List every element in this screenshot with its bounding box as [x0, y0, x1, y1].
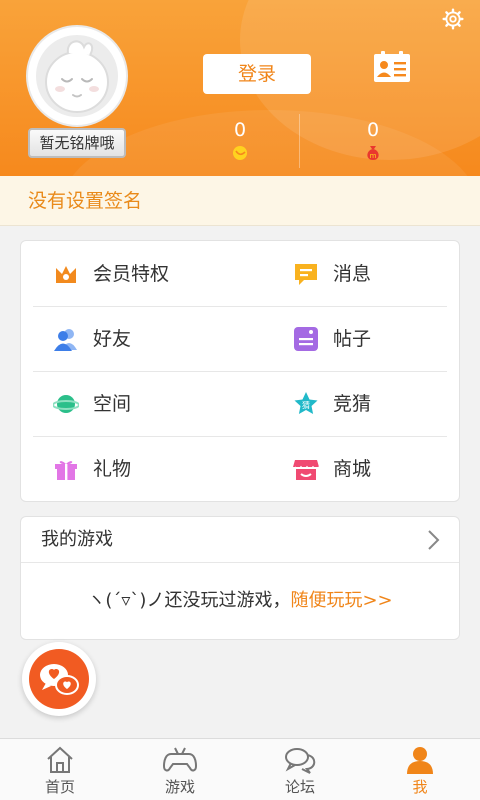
play-random-link[interactable]: 随便玩玩>> [290, 590, 392, 611]
stats-divider [299, 114, 300, 168]
floating-chat-button[interactable] [22, 642, 96, 716]
profile-header: 暂无铭牌哦 登录 0 0 m [0, 0, 480, 176]
menu-item-messages[interactable]: 消息 [273, 241, 473, 305]
tab-me[interactable]: 我 [360, 739, 480, 800]
menu-item-label: 竞猜 [333, 393, 372, 415]
tab-label: 首页 [44, 778, 75, 796]
my-games-header[interactable]: 我的游戏 [21, 517, 459, 563]
menu-item-label: 会员特权 [93, 263, 170, 285]
tab-forum[interactable]: 论坛 [240, 739, 360, 800]
gift-icon [55, 461, 77, 480]
coins-stat[interactable]: 0 [220, 117, 260, 162]
message-icon [295, 264, 317, 285]
my-games-title: 我的游戏 [41, 529, 113, 550]
guess-glyph: 猜 [302, 400, 310, 410]
money-count: 0 [366, 119, 380, 141]
avatar[interactable] [26, 25, 128, 127]
money-bag-icon: m [367, 146, 379, 160]
menu-item-label: 帖子 [333, 328, 372, 350]
friends-icon [54, 329, 77, 351]
tab-label: 论坛 [284, 778, 315, 796]
tab-label: 游戏 [164, 778, 195, 796]
menu-item-space[interactable]: 空间 [33, 371, 233, 435]
login-button[interactable]: 登录 [203, 54, 311, 94]
guess-star-icon: 猜 [294, 392, 318, 414]
menu-item-label: 礼物 [93, 458, 132, 480]
menu-item-label: 消息 [333, 263, 372, 285]
menu-item-label: 好友 [93, 328, 132, 350]
menu-item-friends[interactable]: 好友 [33, 306, 233, 370]
planet-icon [53, 395, 79, 413]
home-icon [47, 746, 73, 773]
menu-item-gifts[interactable]: 礼物 [33, 436, 233, 500]
menu-item-label: 空间 [93, 393, 132, 415]
tab-label: 我 [412, 778, 428, 796]
forum-icon [285, 748, 316, 774]
store-icon [293, 460, 319, 480]
empty-message: ヽ(ˊ▿ˋ)ノ还没玩过游戏， [87, 590, 291, 611]
menu-item-vip[interactable]: 会员特权 [33, 241, 233, 305]
post-icon [294, 327, 318, 351]
user-icon [407, 747, 433, 774]
chat-hearts-icon [40, 664, 79, 695]
feature-menu-card: 会员特权 消息 好友 帖子 空间 猜 竞猜 礼物 商城 [20, 240, 460, 502]
menu-item-posts[interactable]: 帖子 [273, 306, 473, 370]
money-stat[interactable]: 0 m [353, 117, 393, 162]
coins-count: 0 [233, 119, 247, 141]
menu-item-store[interactable]: 商城 [273, 436, 473, 500]
tab-home[interactable]: 首页 [0, 739, 120, 800]
coin-icon [233, 146, 247, 160]
my-games-card: 我的游戏 ヽ(ˊ▿ˋ)ノ还没玩过游戏，随便玩玩>> [20, 516, 460, 640]
bottom-tab-bar: 首页 游戏 论坛 我 [0, 738, 480, 800]
my-games-empty-state: ヽ(ˊ▿ˋ)ノ还没玩过游戏，随便玩玩>> [21, 563, 459, 639]
crown-icon [56, 266, 76, 283]
menu-item-guess[interactable]: 猜 竞猜 [273, 371, 473, 435]
chevron-right-icon [428, 530, 440, 550]
nameplate-badge: 暂无铭牌哦 [28, 128, 126, 158]
tab-games[interactable]: 游戏 [120, 739, 240, 800]
signature-bar[interactable]: 没有设置签名 [0, 176, 480, 226]
id-card-icon[interactable] [373, 51, 411, 83]
settings-gear-icon[interactable] [442, 8, 464, 30]
gamepad-icon [163, 747, 197, 772]
default-avatar-face-icon [45, 40, 109, 113]
svg-text:m: m [370, 152, 377, 160]
menu-item-label: 商城 [333, 458, 372, 480]
